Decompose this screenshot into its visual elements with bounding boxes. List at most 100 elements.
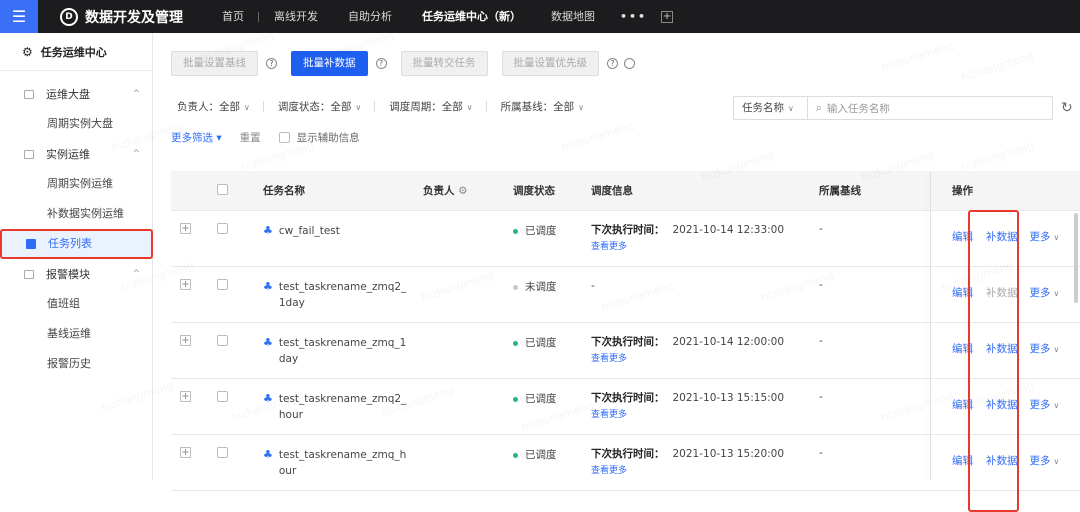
task-name[interactable]: test_taskrename_zmq_1day	[279, 335, 407, 367]
row-checkbox[interactable]	[217, 223, 228, 234]
fill-data-link[interactable]: 补数据	[986, 285, 1018, 300]
search-input[interactable]: ⌕ 输入任务名称	[808, 96, 1053, 120]
nav-data-map[interactable]: 数据地图	[536, 0, 610, 33]
more-ops-link[interactable]: 更多 ∨	[1030, 229, 1060, 244]
chevron-up-icon: ^	[132, 149, 140, 159]
next-run-time: 2021-10-13 15:20:00	[672, 448, 785, 460]
baseline-cell: -	[819, 447, 823, 459]
monitor-icon	[24, 89, 34, 99]
table-row: + ♣ test_taskrename_zmq_hour 已调度 下次执行时间： 2021…	[171, 435, 1080, 491]
expand-icon[interactable]: +	[180, 447, 191, 458]
more-ops-link[interactable]: 更多 ∨	[1030, 341, 1060, 356]
sidebar-item-fill-instance[interactable]: 补数据实例运维	[0, 199, 152, 229]
sidebar-group-label: 实例运维	[46, 148, 90, 161]
edit-link[interactable]: 编辑	[952, 453, 973, 468]
app-logo[interactable]: D 数据开发及管理	[60, 7, 183, 27]
fill-data-link[interactable]: 补数据	[986, 229, 1018, 244]
fill-data-link[interactable]: 补数据	[986, 341, 1018, 356]
task-name[interactable]: test_taskrename_zmq2_1day	[279, 279, 407, 311]
edit-link[interactable]: 编辑	[952, 397, 973, 412]
sidebar-item-cycle-instance[interactable]: 周期实例运维	[0, 169, 152, 199]
ops-cell: 编辑 补数据 更多 ∨	[940, 397, 1080, 412]
row-checkbox[interactable]	[217, 447, 228, 458]
nav-self-analysis[interactable]: 自助分析	[333, 0, 407, 33]
edit-link[interactable]: 编辑	[952, 285, 973, 300]
chevron-down-icon: ∨	[1053, 345, 1060, 354]
edit-link[interactable]: 编辑	[952, 341, 973, 356]
filter-schedule-status[interactable]: 调度状态：全部 ∨	[278, 99, 376, 114]
view-more-link[interactable]: 查看更多	[591, 239, 819, 252]
search-field-select[interactable]: 任务名称 ∨	[733, 96, 808, 120]
sidebar-group-alert[interactable]: 报警模块 ^	[0, 259, 152, 289]
view-more-link[interactable]: 查看更多	[591, 351, 819, 364]
baseline-cell: -	[819, 335, 823, 347]
view-more-link[interactable]: 查看更多	[591, 407, 819, 420]
batch-transfer-button[interactable]: 批量转交任务	[400, 51, 488, 76]
col-name: 任务名称	[263, 185, 305, 197]
expand-icon[interactable]: +	[180, 279, 191, 290]
workflow-icon: ♣	[263, 224, 273, 237]
add-tab-icon[interactable]: +	[661, 10, 674, 23]
more-filter-link[interactable]: 更多筛选 ▾	[171, 130, 222, 145]
sidebar-item-task-list[interactable]: 任务列表	[0, 229, 153, 259]
fill-data-link[interactable]: 补数据	[986, 453, 1018, 468]
sidebar-item-cycle-dashboard[interactable]: 周期实例大盘	[0, 109, 152, 139]
schedule-info-cell: 下次执行时间： 2021-10-14 12:00:00 查看更多	[591, 335, 819, 364]
sidebar-item-alert-history[interactable]: 报警历史	[0, 349, 152, 379]
batch-fill-button[interactable]: 批量补数据	[291, 51, 368, 76]
nav-task-ops[interactable]: 任务运维中心（新）	[407, 0, 536, 33]
next-run-label: 下次执行时间：	[591, 336, 665, 348]
reset-button[interactable]: 重置	[240, 130, 261, 145]
view-more-link[interactable]: 查看更多	[591, 463, 819, 476]
more-ops-link[interactable]: 更多 ∨	[1030, 397, 1060, 412]
more-ops-link[interactable]: 更多 ∨	[1030, 453, 1060, 468]
sidebar-group-dashboard[interactable]: 运维大盘 ^	[0, 79, 152, 109]
instance-icon	[24, 149, 34, 159]
select-all-checkbox[interactable]	[217, 183, 228, 195]
fill-data-link[interactable]: 补数据	[986, 397, 1018, 412]
status-dot	[513, 228, 518, 234]
task-name[interactable]: test_taskrename_zmq2_hour	[279, 391, 407, 423]
row-checkbox[interactable]	[217, 391, 228, 402]
filter-baseline[interactable]: 所属基线：全部 ∨	[501, 99, 598, 114]
sidebar-item-label: 任务列表	[48, 237, 92, 250]
search-icon: ⌕	[816, 101, 822, 114]
expand-icon[interactable]: +	[180, 223, 191, 234]
workflow-icon: ♣	[263, 448, 273, 461]
chevron-down-icon: ∨	[788, 104, 794, 113]
sidebar-title: 任务运维中心	[40, 45, 107, 59]
batch-priority-button[interactable]: 批量设置优先级	[501, 51, 599, 76]
refresh-icon[interactable]: ↻	[1061, 100, 1073, 116]
help-icon[interactable]: ?	[266, 58, 277, 69]
help-icon[interactable]: ?	[607, 58, 618, 69]
more-icon[interactable]: •••	[610, 10, 657, 23]
task-name[interactable]: cw_fail_test	[279, 223, 407, 239]
batch-baseline-button[interactable]: 批量设置基线	[171, 51, 258, 76]
chevron-down-icon: ∨	[355, 103, 362, 112]
expand-icon[interactable]: +	[180, 391, 191, 402]
help-icon[interactable]: ?	[375, 58, 387, 69]
sidebar-item-duty-group[interactable]: 值班组	[0, 289, 152, 319]
clock-icon[interactable]	[624, 58, 635, 69]
status-dot	[513, 396, 518, 402]
expand-icon[interactable]: +	[180, 335, 191, 346]
col-status: 调度状态	[513, 185, 555, 197]
more-ops-link[interactable]: 更多 ∨	[1030, 285, 1060, 300]
nav-home[interactable]: 首页	[207, 0, 259, 33]
filter-schedule-cycle[interactable]: 调度周期：全部 ∨	[389, 99, 487, 114]
scrollbar[interactable]	[1074, 213, 1078, 303]
next-run-label: 下次执行时间：	[591, 448, 665, 460]
row-checkbox[interactable]	[217, 335, 228, 346]
row-checkbox[interactable]	[217, 279, 228, 290]
task-name[interactable]: test_taskrename_zmq_hour	[279, 447, 407, 479]
sidebar-group-instance-ops[interactable]: 实例运维 ^	[0, 139, 152, 169]
settings-icon[interactable]: ⚙	[458, 185, 467, 197]
nav-offline-dev[interactable]: 离线开发	[259, 0, 333, 33]
filter-owner[interactable]: 负责人：全部 ∨	[177, 99, 264, 114]
edit-link[interactable]: 编辑	[952, 229, 973, 244]
hamburger-icon[interactable]: ☰	[0, 0, 38, 33]
ops-cell: 编辑 补数据 更多 ∨	[940, 229, 1080, 244]
show-aux-checkbox[interactable]	[278, 132, 290, 143]
sidebar-item-baseline-ops[interactable]: 基线运维	[0, 319, 152, 349]
schedule-info-cell: 下次执行时间： 2021-10-13 15:15:00 查看更多	[591, 391, 819, 420]
